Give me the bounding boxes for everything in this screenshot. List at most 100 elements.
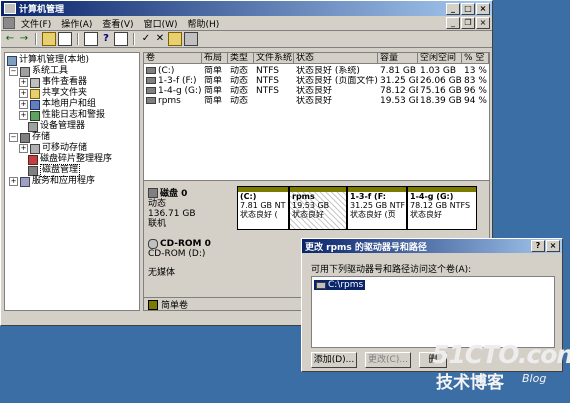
expand-icon[interactable]: + — [19, 100, 28, 109]
list-item[interactable]: C:\rpms — [314, 280, 366, 290]
disk-icon — [148, 187, 158, 198]
tree-item-removable[interactable]: + 可移动存储 — [19, 143, 87, 154]
cdrom-label[interactable]: CD-ROM 0 CD-ROM (D:) 无媒体 — [148, 239, 232, 279]
tree-item-local-users[interactable]: + 本地用户和组 — [19, 99, 96, 110]
cell-percent: 94 % — [464, 96, 487, 106]
collapse-icon[interactable]: − — [9, 133, 18, 142]
cdrom-icon — [148, 239, 158, 249]
mdi-close-button[interactable]: × — [476, 17, 490, 29]
export-icon[interactable] — [168, 32, 182, 46]
column-header-status[interactable]: 状态 — [294, 53, 378, 64]
partition-status: 状态良好 — [410, 210, 442, 219]
partition-size: 7.81 GB NT — [240, 201, 286, 210]
cell-filesystem — [254, 96, 294, 106]
expand-icon[interactable]: + — [9, 177, 18, 186]
add-button[interactable]: 添加(D)... — [311, 352, 357, 368]
dialog-help-button[interactable]: ? — [531, 240, 545, 252]
mdi-minimize-button[interactable]: _ — [446, 17, 460, 29]
menu-view[interactable]: 查看(V) — [102, 17, 133, 30]
column-header-layout[interactable]: 布局 — [202, 53, 228, 64]
partition-c[interactable]: (C:) 7.81 GB NT 状态良好 ( — [237, 186, 289, 230]
up-folder-icon[interactable] — [42, 32, 56, 46]
tree-item-system-tools[interactable]: − 系统工具 — [9, 66, 68, 77]
expand-icon[interactable]: + — [19, 78, 28, 87]
menu-action[interactable]: 操作(A) — [61, 17, 92, 30]
forward-icon[interactable]: → — [18, 33, 30, 45]
menu-window[interactable]: 窗口(W) — [144, 17, 178, 30]
cell-capacity: 19.53 GB — [380, 96, 418, 106]
change-button[interactable]: 更改(C)... — [365, 352, 411, 368]
watermark-blog: Blog — [522, 372, 547, 385]
show-tree-icon[interactable] — [58, 32, 72, 46]
toolbar: ← → ? ✓ ✕ — [1, 31, 492, 48]
help-icon[interactable]: ? — [100, 33, 112, 45]
volume-icon — [146, 77, 156, 84]
cdrom-name: CD-ROM 0 — [160, 239, 211, 249]
tree-item-shared-folders[interactable]: + 共享文件夹 — [19, 88, 87, 99]
list-icon[interactable] — [114, 32, 128, 46]
tree-item-services[interactable]: + 服务和应用程序 — [9, 176, 95, 187]
dialog-close-button[interactable]: × — [546, 240, 560, 252]
tree-item-disk-management[interactable]: 磁盘管理 — [28, 164, 81, 177]
cell-layout: 简单 — [204, 76, 223, 86]
collapse-icon[interactable]: − — [9, 67, 18, 76]
column-header-free-space[interactable]: 空闲空间 — [418, 53, 462, 64]
dialog-title-bar[interactable]: 更改 rpms 的驱动器号和路径 ? × — [302, 239, 562, 253]
cell-status: 状态良好 (系统) — [296, 66, 360, 76]
table-row[interactable]: rpms — [144, 96, 202, 106]
system-menu-icon[interactable] — [3, 17, 15, 29]
check-icon[interactable]: ✓ — [140, 33, 152, 45]
console-tree: 计算机管理(本地) − 系统工具 + 事件查看器 + 共享文件夹 + 本地用户和… — [4, 52, 140, 311]
defrag-icon — [28, 154, 38, 165]
cell-type: 动态 — [230, 66, 249, 76]
menu-help[interactable]: 帮助(H) — [188, 17, 220, 30]
cell-free: 26.06 GB — [420, 76, 462, 86]
expand-icon[interactable]: + — [19, 89, 28, 98]
title-bar[interactable]: 计算机管理 _ □ × — [1, 1, 492, 16]
column-header-percent-free[interactable]: % 空 — [462, 53, 489, 64]
minimize-button[interactable]: _ — [446, 2, 460, 15]
mdi-restore-button[interactable]: ❐ — [461, 17, 475, 29]
cell-type: 动态 — [230, 86, 249, 96]
tree-item-storage[interactable]: − 存储 — [9, 132, 50, 143]
expand-icon[interactable]: + — [19, 144, 28, 153]
disk0-state: 联机 — [148, 219, 167, 229]
partition-rpms[interactable]: rpms 19.53 GB 状态良好 — [289, 186, 347, 230]
services-icon — [20, 176, 30, 187]
partition-f[interactable]: 1-3-f (F: 31.25 GB NTF 状态良好 (页 — [347, 186, 407, 230]
expand-icon[interactable]: + — [19, 111, 28, 120]
disk0-label[interactable]: 磁盘 0 动态 136.71 GB 联机 — [148, 186, 232, 229]
tree-label: 性能日志和警报 — [42, 110, 106, 120]
tree-item-root[interactable]: 计算机管理(本地) — [7, 55, 89, 66]
column-header-type[interactable]: 类型 — [228, 53, 254, 64]
legend-simple-volume: 简单卷 — [161, 301, 189, 311]
path-list[interactable]: C:\rpms — [311, 276, 555, 348]
column-header-volume[interactable]: 卷 — [144, 53, 202, 64]
list-item-label: C:\rpms — [328, 280, 364, 290]
table-row[interactable]: 1-4-g (G:) — [144, 86, 202, 96]
column-header-capacity[interactable]: 容量 — [378, 53, 418, 64]
tree-item-device-manager[interactable]: 设备管理器 — [28, 121, 85, 132]
tools-icon — [20, 66, 30, 77]
partition-size: 31.25 GB NTF — [350, 201, 406, 210]
cell-capacity: 31.25 GB — [380, 76, 418, 86]
table-row[interactable]: 1-3-f (F:) — [144, 76, 202, 86]
tree-label: 服务和应用程序 — [32, 176, 96, 186]
tree-label: 共享文件夹 — [42, 88, 88, 98]
back-icon[interactable]: ← — [4, 33, 16, 45]
partition-g[interactable]: 1-4-g (G:) 78.12 GB NTFS 状态良好 — [407, 186, 477, 230]
dialog-prompt: 可用下列驱动器号和路径访问这个卷(A): — [311, 265, 472, 275]
maximize-button[interactable]: □ — [461, 2, 475, 15]
tree-item-perf-logs[interactable]: + 性能日志和警报 — [19, 110, 105, 121]
disk0-name: 磁盘 0 — [160, 189, 188, 199]
menu-file[interactable]: 文件(F) — [21, 17, 51, 30]
close-button[interactable]: × — [476, 2, 490, 15]
table-row[interactable]: (C:) — [144, 66, 202, 76]
wizard-icon[interactable] — [184, 32, 198, 46]
toolbar-separator — [35, 33, 37, 45]
properties-icon[interactable] — [84, 32, 98, 46]
delete-icon[interactable]: ✕ — [154, 33, 166, 45]
tree-item-event-viewer[interactable]: + 事件查看器 — [19, 77, 87, 88]
column-header-filesystem[interactable]: 文件系统 — [254, 53, 294, 64]
cell-volume: 1-3-f (F:) — [158, 76, 197, 86]
